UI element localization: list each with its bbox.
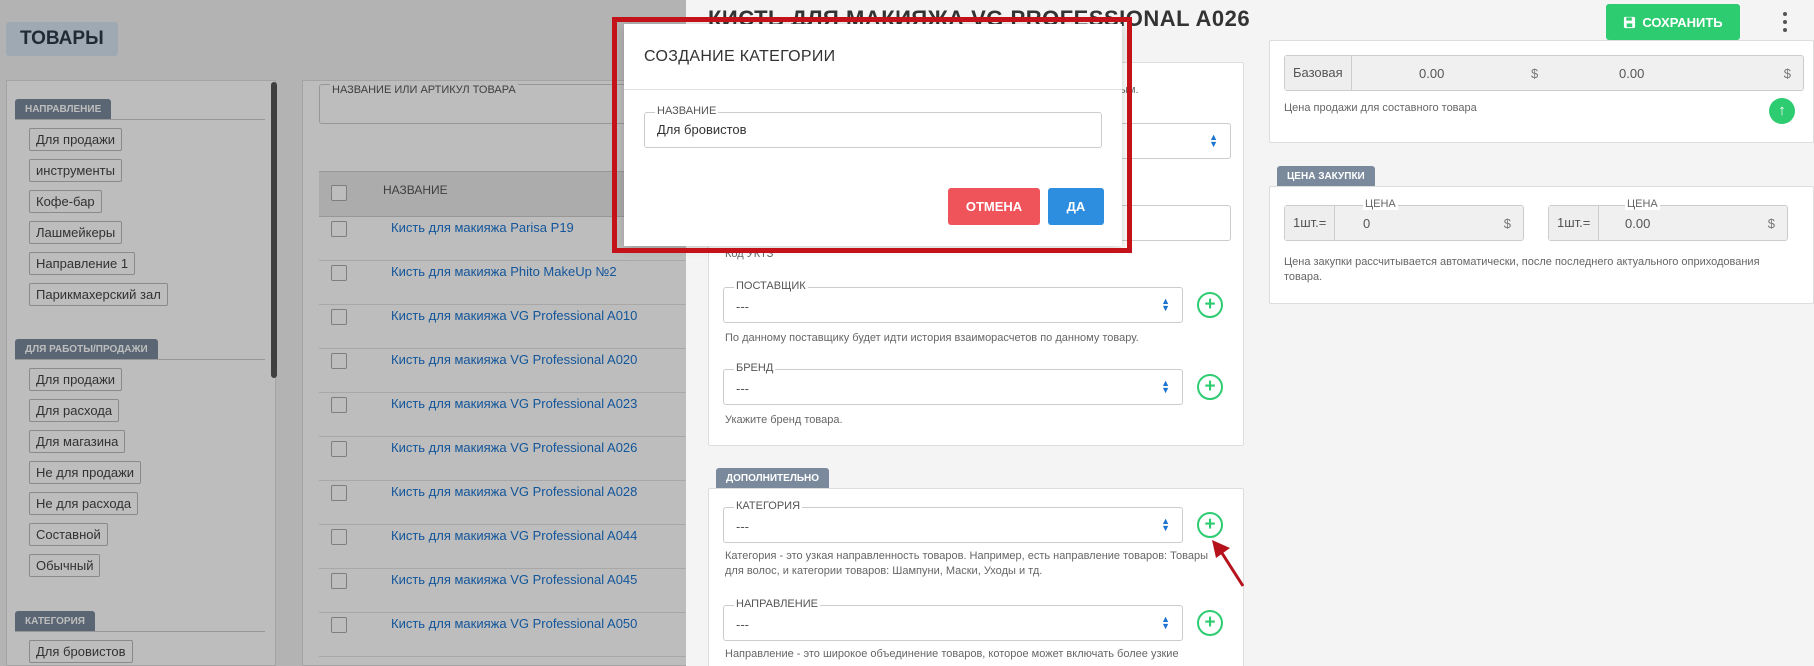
- add-brand-button[interactable]: +: [1197, 374, 1223, 400]
- currency-symbol: $: [1767, 216, 1775, 231]
- hint-text: для волос, и категории товаров: Шампуни,…: [725, 565, 1043, 577]
- hint-text: По данному поставщику будет идти история…: [725, 332, 1139, 344]
- floppy-disk-icon: [1624, 16, 1636, 28]
- section-tag-purchase: ЦЕНА ЗАКУПКИ: [1277, 166, 1375, 186]
- add-category-button[interactable]: +: [1197, 512, 1223, 538]
- price-type-label: Базовая: [1285, 56, 1352, 90]
- price-value[interactable]: 0.00: [1419, 66, 1444, 81]
- hint-text: товара.: [1284, 271, 1323, 283]
- currency-symbol: $: [1783, 66, 1791, 81]
- highlight-frame: [612, 17, 1132, 253]
- supplier-select[interactable]: ПОСТАВЩИК --- ▲ ▼: [723, 280, 1183, 323]
- direction-select[interactable]: НАПРАВЛЕНИЕ --- ▲ ▼: [723, 598, 1183, 641]
- select-arrows-icon: ▲ ▼: [1161, 516, 1170, 533]
- field-label: НАПРАВЛЕНИЕ: [734, 598, 820, 610]
- select-arrows-icon: ▲ ▼: [1161, 614, 1170, 631]
- save-button-label: СОХРАНИТЬ: [1642, 14, 1723, 30]
- price-value[interactable]: 0.00: [1619, 66, 1644, 81]
- field-value: ---: [736, 519, 749, 534]
- price-label: ЦЕНА: [1363, 198, 1398, 210]
- more-options-icon[interactable]: [1782, 12, 1788, 32]
- purchase-price-field-1[interactable]: 1шт.= ЦЕНА 0 $: [1284, 198, 1524, 241]
- base-price-row: Базовая 0.00 $ 0.00 $: [1284, 55, 1804, 91]
- price-value: 0: [1363, 216, 1371, 231]
- annotation-arrow-icon: [1212, 540, 1245, 587]
- field-value: ---: [736, 381, 749, 396]
- hint-text: Цена закупки рассчитывается автоматическ…: [1284, 256, 1760, 268]
- category-select[interactable]: КАТЕГОРИЯ --- ▲ ▼: [723, 500, 1183, 543]
- save-button[interactable]: СОХРАНИТЬ: [1606, 4, 1740, 40]
- select-arrows-icon: ▲ ▼: [1161, 378, 1170, 395]
- currency-symbol: $: [1531, 66, 1539, 81]
- field-value: ---: [736, 299, 749, 314]
- hint-text: Укажите бренд товара.: [725, 414, 843, 426]
- additional-card: КАТЕГОРИЯ --- ▲ ▼ + Категория - это узкая…: [708, 488, 1244, 666]
- hint-text: Направление - это широкое объединение то…: [725, 648, 1179, 660]
- hint-text: Цена продажи для составного товара: [1284, 102, 1477, 114]
- price-value: 0.00: [1625, 216, 1651, 231]
- unit-label: 1шт.=: [1285, 206, 1336, 240]
- price-label: ЦЕНА: [1625, 198, 1660, 210]
- purchase-price-card: 1шт.= ЦЕНА 0 $ 1шт.= ЦЕНА 0.00 $ Цена за…: [1269, 186, 1814, 304]
- currency-symbol: $: [1503, 216, 1511, 231]
- sale-price-card: Базовая 0.00 $ 0.00 $ Цена продажи для с…: [1269, 40, 1814, 143]
- select-arrows-icon: ▲ ▼: [1209, 132, 1218, 149]
- section-tag-additional: ДОПОЛНИТЕЛЬНО: [716, 468, 830, 488]
- field-label: ПОСТАВЩИК: [734, 280, 808, 292]
- field-label: БРЕНД: [734, 362, 776, 374]
- field-value: ---: [736, 617, 749, 632]
- field-label: КАТЕГОРИЯ: [734, 500, 803, 512]
- arrow-up-icon[interactable]: ↑: [1769, 98, 1795, 124]
- hint-text: Категория - это узкая направленность тов…: [725, 550, 1208, 562]
- purchase-price-field-2[interactable]: 1шт.= ЦЕНА 0.00 $: [1548, 198, 1788, 241]
- brand-select[interactable]: БРЕНД --- ▲ ▼: [723, 362, 1183, 405]
- add-supplier-button[interactable]: +: [1197, 292, 1223, 318]
- add-direction-button[interactable]: +: [1197, 610, 1223, 636]
- select-arrows-icon: ▲ ▼: [1161, 296, 1170, 313]
- unit-label: 1шт.=: [1549, 206, 1600, 240]
